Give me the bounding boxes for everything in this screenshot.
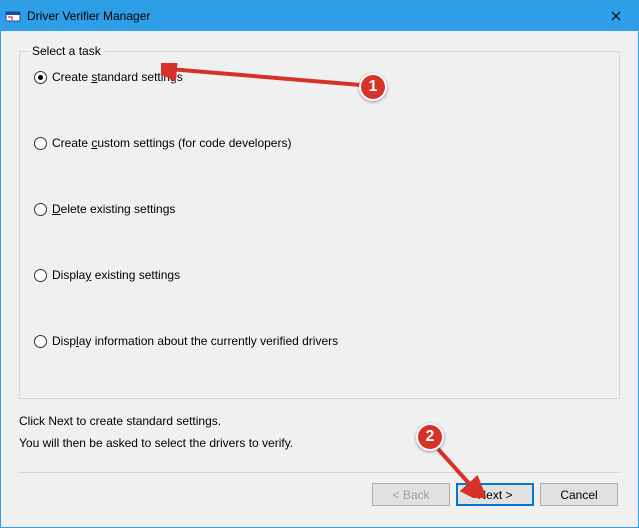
radio-label: Display existing settings <box>52 268 180 282</box>
info-line: Click Next to create standard settings. <box>19 411 620 433</box>
annotation-badge-2: 2 <box>416 423 444 451</box>
annotation-arrow-2 <box>426 443 486 498</box>
info-text: Click Next to create standard settings. … <box>19 411 620 454</box>
dialog-content: Select a task Create standard settings C… <box>1 31 638 527</box>
radio-label: Create custom settings (for code develop… <box>52 136 291 150</box>
radio-display-info[interactable]: Display information about the currently … <box>34 334 605 348</box>
radio-label: Delete existing settings <box>52 202 175 216</box>
button-row: < Back Next > Cancel <box>19 483 620 506</box>
groupbox-legend: Select a task <box>28 44 105 58</box>
close-button[interactable] <box>593 1 638 31</box>
cancel-button[interactable]: Cancel <box>540 483 618 506</box>
radio-delete-existing[interactable]: Delete existing settings <box>34 202 605 216</box>
annotation-badge-1: 1 <box>359 73 387 101</box>
window-title: Driver Verifier Manager <box>27 9 593 23</box>
divider <box>19 472 620 473</box>
radio-display-existing[interactable]: Display existing settings <box>34 268 605 282</box>
radio-icon <box>34 203 47 216</box>
radio-icon <box>34 71 47 84</box>
radio-label: Display information about the currently … <box>52 334 338 348</box>
radio-icon <box>34 137 47 150</box>
titlebar: Driver Verifier Manager <box>1 1 638 31</box>
info-line: You will then be asked to select the dri… <box>19 433 620 455</box>
radio-icon <box>34 269 47 282</box>
task-groupbox: Select a task Create standard settings C… <box>19 51 620 399</box>
radio-create-custom[interactable]: Create custom settings (for code develop… <box>34 136 605 150</box>
annotation-arrow-1 <box>161 63 371 93</box>
app-icon <box>5 8 21 24</box>
radio-icon <box>34 335 47 348</box>
